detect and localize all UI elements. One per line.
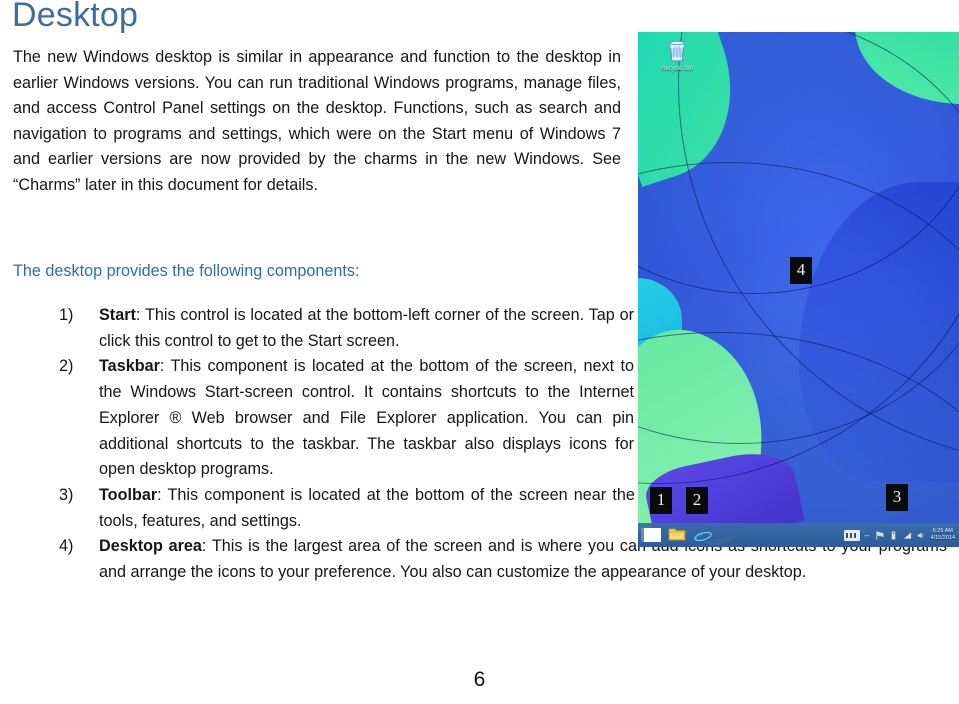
tray-separator-icon: – [864,529,870,540]
volume-icon[interactable] [917,530,926,541]
internet-explorer-icon[interactable]: e [693,526,712,545]
taskbar-pinned-area: e [638,526,712,545]
file-explorer-icon[interactable] [668,526,686,544]
recycle-bin-label: Recycle Bin [661,66,693,72]
start-button[interactable] [643,526,661,544]
list-item-term: Toolbar [99,485,158,504]
list-item-marker: 3) [59,485,74,504]
callout-badge-2: 2 [686,487,708,514]
clock-time: 6:26 AM [932,528,953,534]
action-center-flag-icon[interactable] [875,530,884,541]
windows-logo-icon [643,528,661,542]
callout-badge-3: 3 [886,484,908,511]
recycle-bin-desktop-icon[interactable]: Recycle Bin [650,38,704,72]
intro-paragraph: The new Windows desktop is similar in ap… [13,48,621,194]
list-item-term: Desktop area [99,537,202,556]
page-title: Desktop [12,0,139,34]
page-number: 6 [473,668,486,691]
list-item-marker: 1) [59,306,74,324]
callout-badge-4: 4 [790,257,812,284]
network-icon[interactable] [903,530,912,541]
list-item-marker: 4) [59,537,74,556]
clock-date: 4/15/2014 [930,535,955,541]
components-lead-paragraph: The desktop provides the following compo… [13,262,360,280]
taskbar: e – 6:26 AM 4/15/2014 [638,523,959,547]
onedrive-status-icon[interactable] [889,530,898,541]
list-item-body: Start: This control is located at the bo… [99,303,634,354]
recycle-bin-icon [664,38,690,64]
list-item-term: Taskbar [99,357,160,376]
system-tray: – 6:26 AM 4/15/2014 [843,528,959,542]
list-item-term: Start [99,306,136,324]
list-item-text: : This control is located at the bottom-… [99,306,634,350]
list-item-text: : This component is located at the botto… [99,357,634,479]
keyboard-layout-icon[interactable] [843,529,860,541]
desktop-wallpaper [638,32,959,547]
list-item-body: Taskbar: This component is located at th… [99,354,634,483]
list-item-marker: 2) [59,357,74,376]
windows-desktop-screenshot: Recycle Bin 4 1 2 3 e – 6:26 AM 4/15/201… [638,32,959,547]
callout-badge-1: 1 [650,487,672,514]
clock[interactable]: 6:26 AM 4/15/2014 [931,528,955,542]
